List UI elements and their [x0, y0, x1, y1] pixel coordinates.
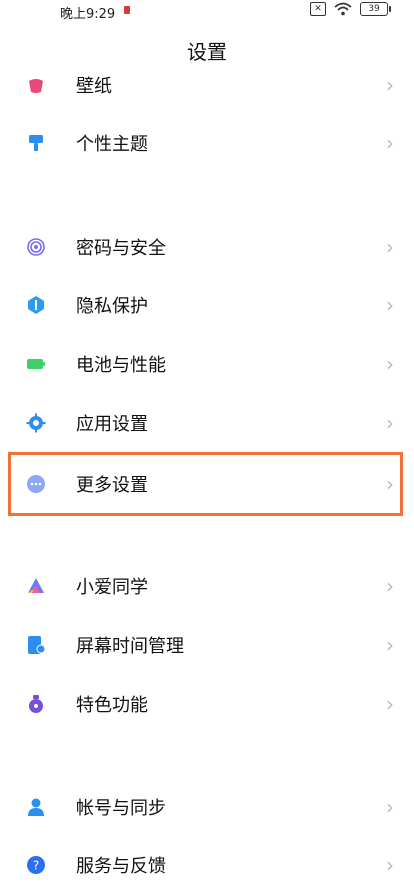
- chevron-right-icon: ›: [386, 131, 394, 155]
- svg-text:?: ?: [33, 859, 39, 873]
- wifi-icon: [334, 2, 352, 16]
- settings-item-theme[interactable]: 个性主题 ›: [0, 114, 414, 172]
- theme-brush-icon: [29, 135, 43, 151]
- status-right: ✕ 39: [310, 2, 391, 16]
- chevron-right-icon: ›: [386, 73, 394, 97]
- battery-indicator: 39: [360, 2, 391, 16]
- settings-item-label: 特色功能: [76, 695, 148, 716]
- settings-item-label: 屏幕时间管理: [76, 636, 184, 657]
- help-icon: ?: [27, 856, 45, 874]
- settings-item-label: 应用设置: [76, 414, 148, 435]
- settings-item-label: 隐私保护: [76, 296, 148, 317]
- settings-item-label: 个性主题: [76, 134, 148, 155]
- settings-item-account-sync[interactable]: 帐号与同步 ›: [0, 778, 414, 836]
- settings-item-features[interactable]: 特色功能 ›: [0, 675, 414, 733]
- wallpaper-icon: [29, 79, 43, 93]
- account-icon: [28, 798, 44, 816]
- settings-item-label: 服务与反馈: [76, 856, 166, 877]
- settings-item-battery-performance[interactable]: 电池与性能 ›: [0, 335, 414, 393]
- settings-item-label: 小爱同学: [76, 577, 148, 598]
- status-time: 晚上9:29: [60, 7, 116, 22]
- chevron-right-icon: ›: [386, 235, 394, 259]
- fingerprint-icon: [27, 238, 45, 256]
- privacy-shield-icon: [28, 296, 44, 314]
- settings-item-wallpaper[interactable]: 壁纸 ›: [0, 56, 414, 114]
- settings-item-password-security[interactable]: 密码与安全 ›: [0, 218, 414, 276]
- chevron-right-icon: ›: [386, 853, 394, 877]
- settings-item-label: 电池与性能: [76, 355, 166, 376]
- xiaoai-icon: [28, 578, 44, 593]
- settings-item-label: 密码与安全: [76, 238, 166, 259]
- feature-icon: [29, 695, 43, 713]
- settings-item-label: 壁纸: [76, 76, 112, 97]
- chevron-right-icon: ›: [386, 692, 394, 716]
- chevron-right-icon: ›: [386, 352, 394, 376]
- settings-item-app-settings[interactable]: 应用设置 ›: [0, 394, 414, 452]
- settings-item-service-feedback[interactable]: ? 服务与反馈 ›: [0, 836, 414, 894]
- chevron-right-icon: ›: [386, 795, 394, 819]
- notification-icon: [124, 6, 130, 14]
- sim-icon: ✕: [310, 2, 326, 16]
- chevron-right-icon: ›: [386, 574, 394, 598]
- settings-item-label: 帐号与同步: [76, 798, 166, 819]
- chevron-right-icon: ›: [386, 411, 394, 435]
- chevron-right-icon: ›: [386, 633, 394, 657]
- settings-item-screen-time[interactable]: 屏幕时间管理 ›: [0, 616, 414, 674]
- settings-item-xiaoai[interactable]: 小爱同学 ›: [0, 557, 414, 615]
- screen-time-icon: [28, 636, 46, 654]
- battery-icon: [27, 359, 45, 369]
- gear-icon: [26, 413, 46, 433]
- chevron-right-icon: ›: [386, 293, 394, 317]
- status-bar: 晚上9:29 ✕ 39: [0, 0, 414, 22]
- settings-item-privacy[interactable]: 隐私保护 ›: [0, 276, 414, 334]
- highlight-box: [8, 452, 403, 516]
